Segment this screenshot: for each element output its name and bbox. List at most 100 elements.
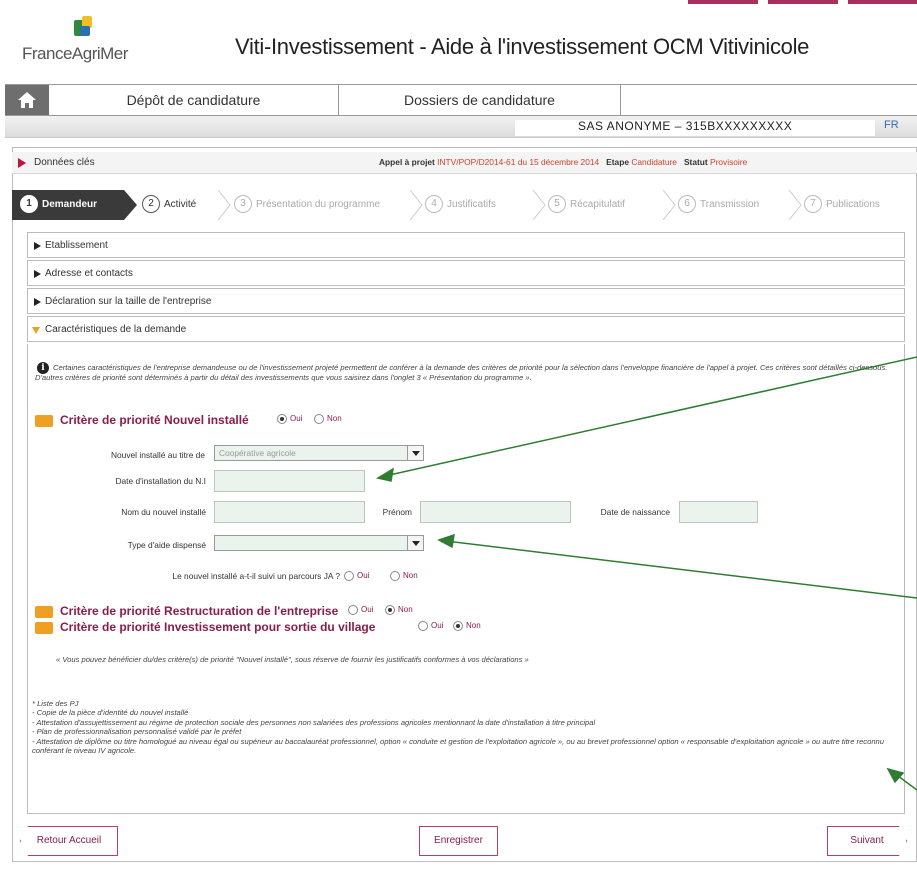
step-transmission[interactable]: 6 Transmission xyxy=(678,190,759,220)
step-separator-icon xyxy=(217,190,231,220)
date-installation-field[interactable] xyxy=(214,470,365,492)
nouvel-installe-select[interactable]: Coopérative agricole xyxy=(214,445,424,461)
type-aide-select[interactable] xyxy=(214,535,424,551)
step-publications[interactable]: 7 Publications xyxy=(804,190,880,220)
radio-oui[interactable]: Oui xyxy=(418,621,443,631)
radio-label: Non xyxy=(398,605,413,615)
type-aide-label: Type d'aide dispensé xyxy=(127,540,206,550)
appel-label: Appel à projet xyxy=(379,157,435,167)
radio-oui[interactable]: Oui xyxy=(277,414,302,424)
chevron-down-icon[interactable] xyxy=(407,446,423,460)
radio-button[interactable] xyxy=(348,605,358,615)
section-adresse-contacts[interactable]: Adresse et contacts xyxy=(27,260,905,286)
section-taille-entreprise[interactable]: Déclaration sur la taille de l'entrepris… xyxy=(27,288,905,314)
section-etablissement[interactable]: Etablissement xyxy=(27,232,905,258)
key-data-bar[interactable]: Données clés Appel à projet INTV/POP/D20… xyxy=(12,152,917,174)
step-number: 1 xyxy=(20,195,38,214)
key-data-label: Données clés xyxy=(34,157,95,168)
nouvel-installe-label: Nouvel installé au titre de xyxy=(110,450,205,460)
tab-dossiers-candidature[interactable]: Dossiers de candidature xyxy=(339,85,621,115)
step-demandeur[interactable]: 1 Demandeur xyxy=(12,190,137,220)
date-naissance-field[interactable] xyxy=(679,501,758,523)
prenom-field[interactable] xyxy=(420,501,571,523)
wizard-steps: 1 Demandeur 2 Activité 3 Présentation du pr… xyxy=(12,190,917,220)
radio-label: Oui xyxy=(290,414,303,424)
step-separator-icon xyxy=(532,190,546,220)
radio-label: Non xyxy=(327,414,342,424)
top-accent-bar-2 xyxy=(768,0,838,4)
step-justificatifs[interactable]: 4 Justificatifs xyxy=(425,190,496,220)
pj-list: * Liste des PJ - Copie de la pièce d'ide… xyxy=(32,699,898,755)
pj-title: * Liste des PJ xyxy=(32,699,79,708)
etape-value: Candidature xyxy=(631,157,677,167)
radio-button[interactable] xyxy=(344,571,354,581)
parcours-ja-oui[interactable]: Oui xyxy=(344,571,369,581)
expand-arrow-icon xyxy=(34,270,41,278)
pj-item: - Copie de la pièce d'identité du nouvel… xyxy=(32,708,189,718)
radio-button[interactable] xyxy=(453,621,463,631)
radio-label: Non xyxy=(466,621,481,631)
radio-non[interactable]: Non xyxy=(385,605,413,615)
step-presentation-programme[interactable]: 3 Présentation du programme xyxy=(234,190,380,220)
chevron-down-icon[interactable] xyxy=(407,536,423,550)
step-separator-icon xyxy=(662,190,676,220)
step-label: Justificatifs xyxy=(447,199,496,210)
step-label: Publications xyxy=(826,199,880,210)
next-button[interactable]: Suivant xyxy=(827,826,907,856)
save-button[interactable]: Enregistrer xyxy=(419,826,498,856)
franceagrimer-logo[interactable]: FranceAgriMer xyxy=(22,16,132,66)
nom-label: Nom du nouvel installé xyxy=(121,507,206,517)
collapse-arrow-icon xyxy=(32,327,40,334)
home-button[interactable] xyxy=(5,85,49,115)
criterion-restructuration: Critère de priorité Restructuration de l… xyxy=(35,604,505,620)
criterion-nouvel-installe: Critère de priorité Nouvel installé Oui … xyxy=(35,413,395,429)
section-caracteristiques-demande[interactable]: Caractéristiques de la demande xyxy=(27,316,905,342)
expand-arrow-icon xyxy=(18,158,26,168)
section-label: Adresse et contacts xyxy=(45,268,133,279)
step-separator-icon xyxy=(409,190,423,220)
parcours-ja-label: Le nouvel installé a-t-il suivi un parco… xyxy=(172,571,340,581)
radio-oui[interactable]: Oui xyxy=(348,605,373,615)
pj-item: - Attestation d'assujettissement au régi… xyxy=(32,717,596,727)
expand-arrow-icon xyxy=(34,242,41,250)
back-home-button[interactable]: Retour Accueil xyxy=(20,826,118,856)
step-number: 6 xyxy=(678,195,696,214)
app-title: Viti-Investissement - Aide à l'investiss… xyxy=(235,34,810,59)
tab-depot-candidature[interactable]: Dépôt de candidature xyxy=(49,85,339,115)
step-number: 5 xyxy=(548,195,566,214)
date-naissance-label: Date de naissance xyxy=(600,507,670,517)
radio-non[interactable]: Non xyxy=(314,414,342,424)
step-label: Activité xyxy=(164,199,197,210)
appel-value: INTV/POP/D2014-61 du 15 décembre 2014 xyxy=(437,157,600,167)
radio-button[interactable] xyxy=(314,414,324,424)
radio-button[interactable] xyxy=(390,571,400,581)
radio-button[interactable] xyxy=(385,605,395,615)
step-label: Transmission xyxy=(700,199,760,210)
pj-item: - Attestation de diplôme ou titre homolo… xyxy=(32,736,884,756)
key-data-info: Appel à projet INTV/POP/D2014-61 du 15 d… xyxy=(379,157,747,167)
user-name: SAS ANONYME – 315BXXXXXXXXX xyxy=(578,119,793,133)
step-separator-icon xyxy=(788,190,802,220)
step-number: 7 xyxy=(804,195,822,214)
radio-button[interactable] xyxy=(418,621,428,631)
home-icon xyxy=(18,92,36,108)
radio-button[interactable] xyxy=(277,414,287,424)
criterion-title: Critère de priorité Investissement pour … xyxy=(60,620,376,634)
statut-value: Provisoire xyxy=(710,157,748,167)
top-accent-bar-3 xyxy=(848,0,917,4)
radio-label: Non xyxy=(403,571,418,581)
criterion-badge xyxy=(35,415,53,427)
nom-field[interactable] xyxy=(214,501,365,523)
step-activite[interactable]: 2 Activité xyxy=(142,190,196,220)
parcours-ja-non[interactable]: Non xyxy=(390,571,418,581)
step-recapitulatif[interactable]: 5 Récapitulatif xyxy=(548,190,625,220)
step-label: Récapitulatif xyxy=(570,199,626,210)
step-label: Demandeur xyxy=(42,199,98,210)
radio-label: Oui xyxy=(357,571,370,581)
radio-non[interactable]: Non xyxy=(453,621,481,631)
prenom-label: Prénom xyxy=(382,507,412,517)
intro-text: Certaines caractéristiques de l'entrepri… xyxy=(35,363,888,382)
language-selector[interactable]: FR xyxy=(884,119,899,131)
section-label: Déclaration sur la taille de l'entrepris… xyxy=(45,296,212,307)
logo-text: FranceAgriMer xyxy=(22,44,128,63)
